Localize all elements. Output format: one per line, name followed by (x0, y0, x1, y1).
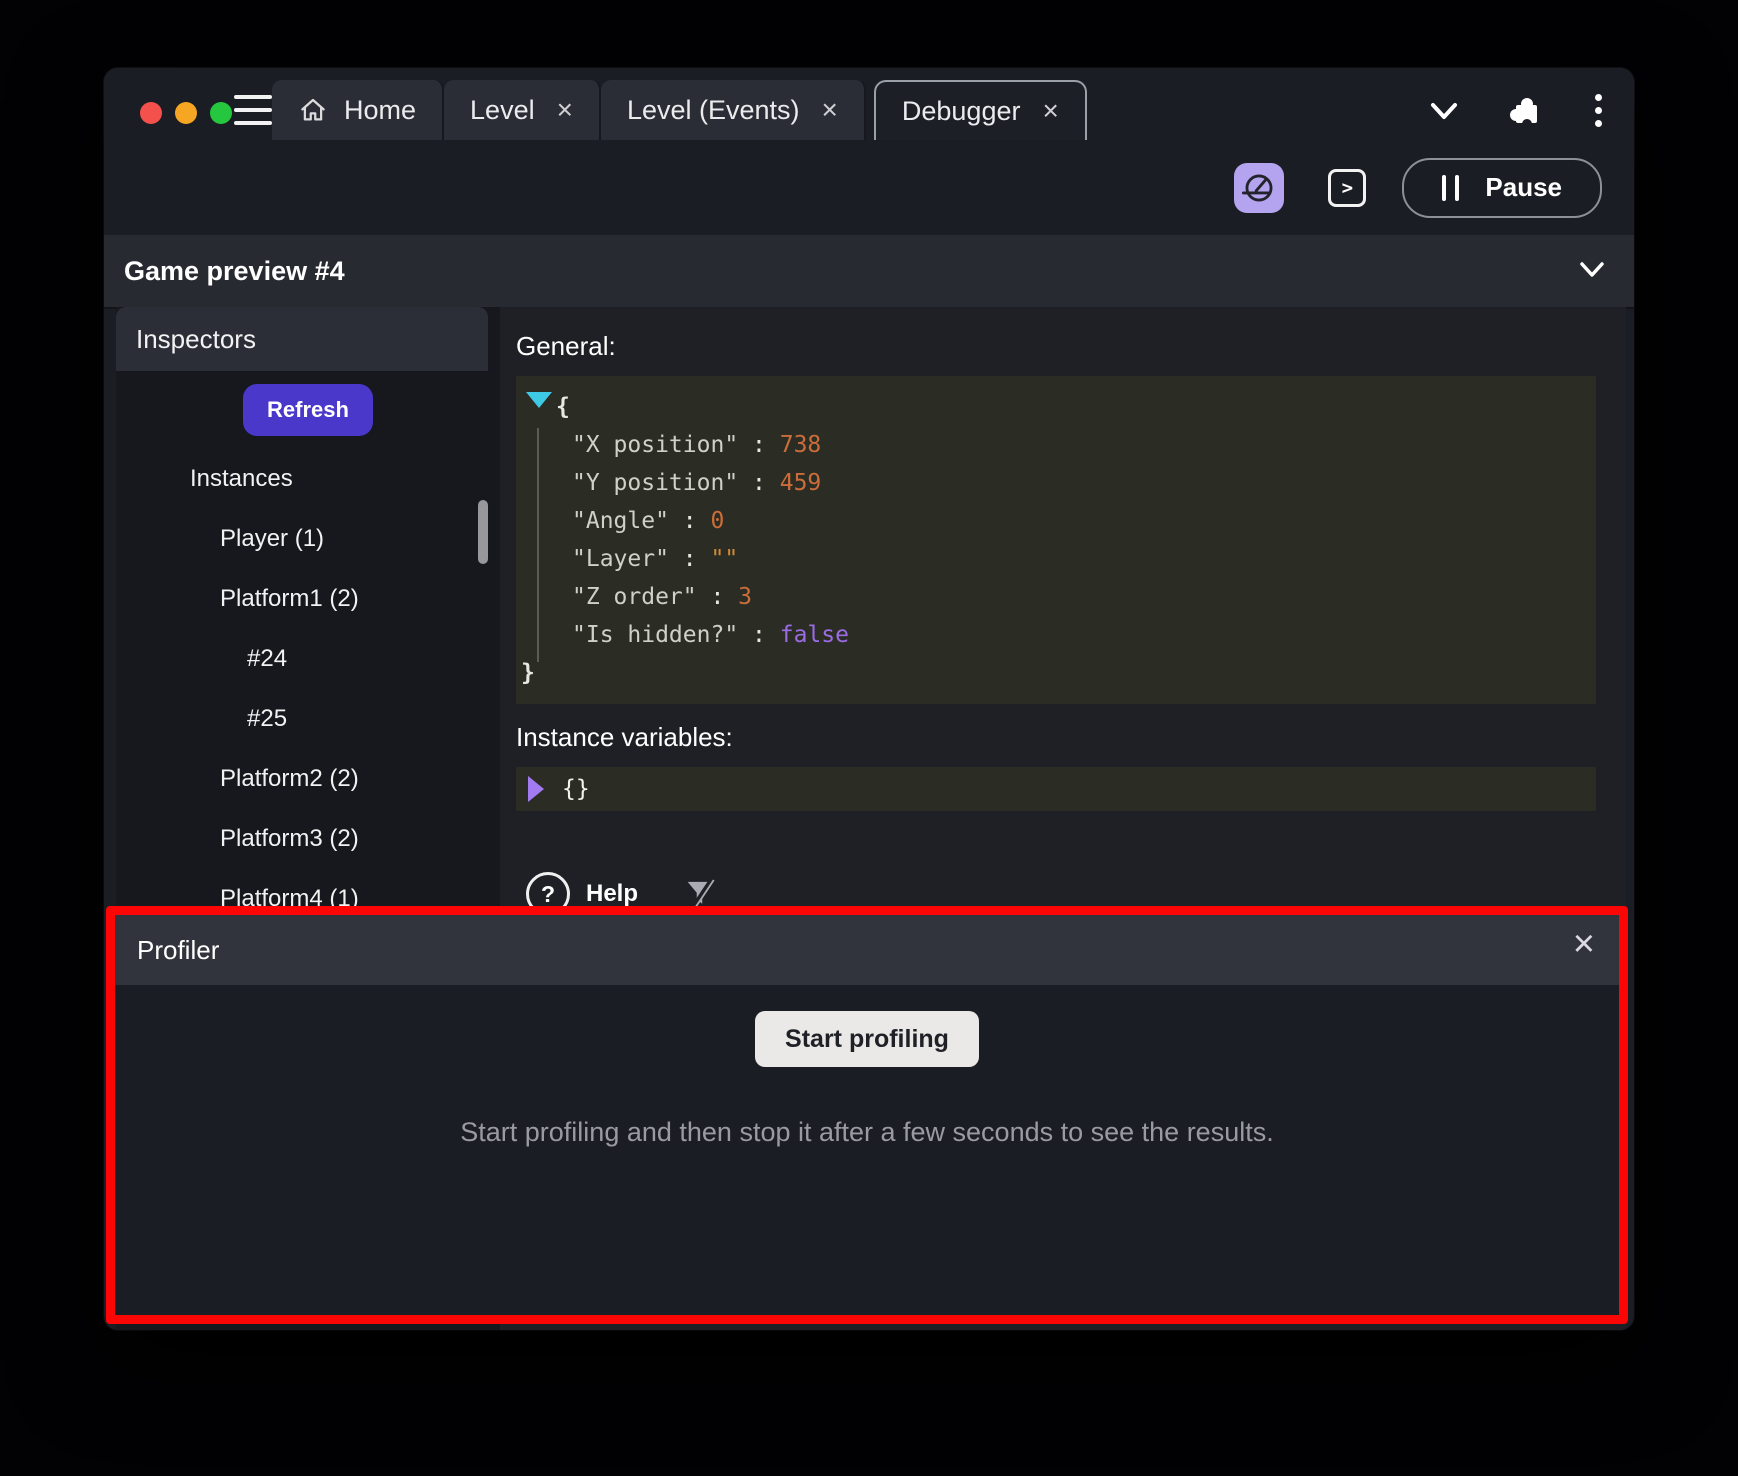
profiler-header: Profiler × (115, 915, 1619, 985)
json-value: 3 (738, 584, 752, 610)
tab-label: Home (344, 95, 416, 126)
json-key: "Layer" (572, 546, 669, 572)
game-preview-title: Game preview #4 (124, 256, 345, 287)
tab-level-events[interactable]: Level (Events) × (601, 80, 866, 140)
chevron-down-icon[interactable] (1429, 99, 1459, 123)
sidebar-item[interactable]: Platform2 (2) (116, 749, 500, 809)
app-window: Home Level × Level (Events) × Debugger × (104, 68, 1634, 1330)
tab-label: Debugger (902, 96, 1021, 127)
json-open-brace: { (516, 388, 1596, 426)
tab-label: Level (Events) (627, 95, 800, 126)
instance-variables-value: {} (562, 776, 590, 802)
collapse-triangle-icon[interactable] (526, 392, 552, 408)
json-value: 738 (780, 432, 822, 458)
sidebar-item[interactable]: Instances (116, 449, 500, 509)
json-key: "Angle" (572, 508, 669, 534)
tab-close-icon[interactable]: × (822, 96, 838, 124)
json-separator: : (669, 546, 711, 572)
sidebar-item[interactable]: Platform1 (2) (116, 569, 500, 629)
tab-level[interactable]: Level × (444, 80, 601, 140)
json-separator: : (738, 470, 780, 496)
profiler-title: Profiler (137, 935, 219, 966)
tab-close-icon[interactable]: × (557, 96, 573, 124)
maximize-window-button[interactable] (210, 102, 232, 124)
json-value: "" (710, 546, 738, 572)
json-value: 459 (780, 470, 822, 496)
titlebar-right-icons (1429, 92, 1604, 129)
console-glyph: > (1342, 177, 1353, 199)
instance-variables-label: Instance variables: (516, 722, 1596, 753)
close-window-button[interactable] (140, 102, 162, 124)
json-separator: : (738, 622, 780, 648)
profiler-panel: Profiler × Start profiling Start profili… (106, 906, 1628, 1324)
json-entry: "Y position" : 459 (516, 464, 1596, 502)
window-controls (140, 102, 232, 124)
debugger-toolbar: > Pause (104, 140, 1634, 235)
json-value: 0 (710, 508, 724, 534)
home-icon (298, 95, 328, 125)
screen: Home Level × Level (Events) × Debugger × (0, 0, 1738, 1476)
hamburger-menu-icon[interactable] (234, 95, 272, 125)
speedometer-icon (1242, 171, 1276, 205)
pause-button[interactable]: Pause (1402, 158, 1602, 218)
tab-home[interactable]: Home (272, 80, 444, 140)
minimize-window-button[interactable] (175, 102, 197, 124)
profiler-toggle-button[interactable] (1234, 163, 1284, 213)
sidebar-item[interactable]: Platform3 (2) (116, 809, 500, 869)
json-entry: "Is hidden?" : false (516, 616, 1596, 654)
json-key: "Y position" (572, 470, 738, 496)
general-json-viewer: { "X position" : 738"Y position" : 459"A… (516, 376, 1596, 704)
profiler-body: Start profiling Start profiling and then… (115, 985, 1619, 1148)
title-bar: Home Level × Level (Events) × Debugger × (104, 68, 1634, 140)
profiler-description: Start profiling and then stop it after a… (460, 1117, 1273, 1148)
start-profiling-button[interactable]: Start profiling (755, 1011, 979, 1067)
json-entry: "Angle" : 0 (516, 502, 1596, 540)
collapse-chevron-icon[interactable] (1578, 259, 1606, 281)
inspectors-title: Inspectors (136, 324, 256, 355)
expand-triangle-icon[interactable] (528, 776, 544, 802)
game-preview-header[interactable]: Game preview #4 (104, 235, 1634, 309)
help-label[interactable]: Help (586, 880, 638, 908)
json-entry: "X position" : 738 (516, 426, 1596, 464)
pause-icon (1442, 175, 1459, 201)
sidebar-scrollbar[interactable] (478, 500, 488, 564)
inspector-list: InstancesPlayer (1)Platform1 (2)#24#25Pl… (116, 449, 500, 929)
refresh-button[interactable]: Refresh (243, 384, 373, 436)
sidebar-item[interactable]: #24 (116, 629, 500, 689)
extensions-puzzle-icon[interactable] (1511, 96, 1541, 126)
json-value: false (780, 622, 849, 648)
tab-strip: Home Level × Level (Events) × Debugger × (272, 80, 1087, 140)
console-button[interactable]: > (1328, 169, 1366, 207)
json-indent-guide (537, 428, 539, 662)
json-key: "X position" (572, 432, 738, 458)
inspectors-header: Inspectors (116, 307, 488, 371)
sidebar-item[interactable]: Player (1) (116, 509, 500, 569)
json-key: "Z order" (572, 584, 697, 610)
json-separator: : (697, 584, 739, 610)
instance-variables-viewer: {} (516, 767, 1596, 811)
json-separator: : (738, 432, 780, 458)
json-entry: "Z order" : 3 (516, 578, 1596, 616)
json-entry: "Layer" : "" (516, 540, 1596, 578)
tab-close-icon[interactable]: × (1042, 97, 1058, 125)
close-icon[interactable]: × (1573, 925, 1595, 963)
general-section-label: General: (516, 331, 1596, 362)
json-close-brace: } (516, 654, 1596, 692)
pause-label: Pause (1485, 172, 1562, 203)
sidebar-item[interactable]: #25 (116, 689, 500, 749)
more-options-icon[interactable] (1593, 92, 1604, 129)
tab-debugger[interactable]: Debugger × (874, 80, 1087, 140)
json-key: "Is hidden?" (572, 622, 738, 648)
tab-label: Level (470, 95, 535, 126)
json-separator: : (669, 508, 711, 534)
